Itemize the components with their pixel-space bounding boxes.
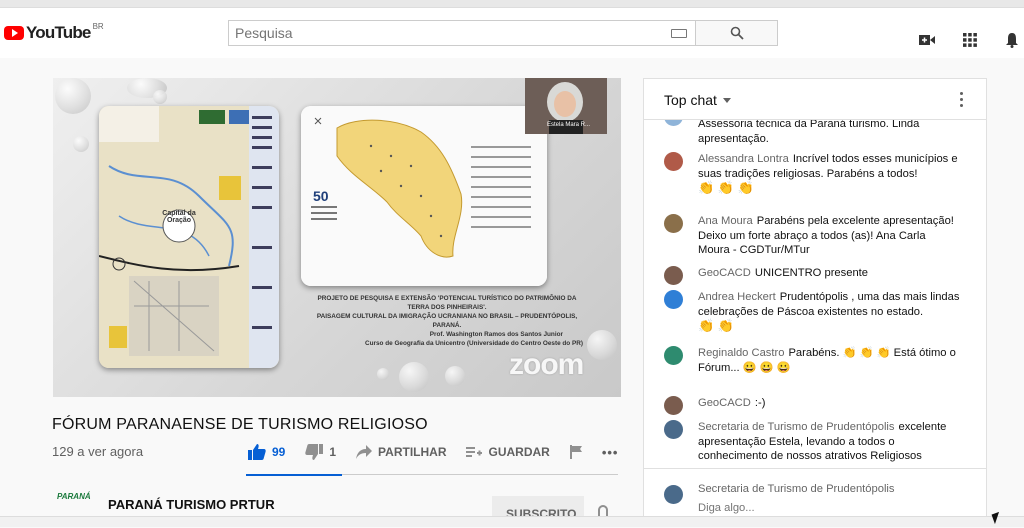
avatar bbox=[664, 485, 683, 504]
caption-line: PROJETO DE PESQUISA E EXTENSÃO 'POTENCIA… bbox=[317, 295, 577, 302]
message-author[interactable]: Ana Moura bbox=[698, 215, 753, 227]
caption-line: Prof. Washington Ramos dos Santos Junior bbox=[429, 331, 563, 338]
decorative-bubble bbox=[153, 90, 167, 104]
country-code: BR bbox=[92, 21, 104, 31]
slide-map-label: Capital da Oração bbox=[162, 210, 196, 224]
chat-message: Ana Moura Parabéns pela excelente apresen… bbox=[664, 214, 960, 258]
caption-line: PARANÁ. bbox=[432, 322, 462, 329]
message-text: UNICENTRO presente bbox=[754, 267, 869, 279]
dislike-ratio-bar bbox=[342, 474, 618, 475]
video-title: FÓRUM PARANAENSE DE TURISMO RELIGIOSO bbox=[52, 416, 428, 433]
caption-line: PAISAGEM CULTURAL DA IMIGRAÇÃO UCRANIANA… bbox=[316, 313, 578, 320]
avatar[interactable] bbox=[664, 152, 683, 171]
message-author[interactable]: Secretaria de Turismo de Prudentópolis bbox=[698, 421, 895, 433]
share-arrow-icon bbox=[356, 445, 373, 459]
channel-logo: PARANÁ bbox=[57, 492, 91, 501]
apps-grid-icon[interactable] bbox=[961, 31, 979, 49]
message-author[interactable]: GeoCACD bbox=[698, 397, 751, 409]
clap-emoji: 👏 👏 👏 bbox=[698, 180, 754, 195]
save-button[interactable]: GUARDAR bbox=[466, 445, 550, 459]
live-viewers-count: 129 a ver agora bbox=[52, 444, 144, 459]
create-video-icon[interactable] bbox=[918, 31, 936, 49]
channel-avatar[interactable]: PARANÁ bbox=[57, 492, 91, 501]
search-icon bbox=[730, 26, 744, 40]
masthead: YouTube BR bbox=[0, 8, 1024, 58]
flag-icon bbox=[569, 445, 582, 459]
avatar[interactable] bbox=[664, 346, 683, 365]
zoom-watermark: zoom bbox=[509, 348, 584, 381]
message-text: :-) bbox=[754, 397, 766, 409]
decorative-bubble bbox=[445, 366, 465, 386]
save-label: GUARDAR bbox=[488, 445, 550, 459]
chat-message: Alessandra Lontra Incrível todos esses mu… bbox=[664, 152, 960, 197]
chevron-down-icon bbox=[722, 98, 731, 103]
current-user-name: Secretaria de Turismo de Prudentópolis bbox=[698, 483, 895, 495]
chat-message: Assessoria técnica da Paraná turismo. Li… bbox=[664, 120, 960, 146]
avatar[interactable] bbox=[664, 396, 683, 415]
avatar[interactable] bbox=[664, 214, 683, 233]
search-button[interactable] bbox=[696, 20, 778, 46]
message-author[interactable]: Alessandra Lontra bbox=[698, 153, 789, 165]
message-author[interactable]: Reginaldo Castro bbox=[698, 347, 784, 359]
presenter-thumbnail: Estela Mara R... bbox=[525, 78, 607, 134]
logo-wordmark: YouTube bbox=[26, 23, 91, 42]
chat-message: Secretaria de Turismo de Prudentópolis ex… bbox=[664, 420, 960, 464]
chat-menu-icon[interactable] bbox=[960, 92, 964, 110]
decorative-bubble bbox=[73, 136, 89, 152]
avatar[interactable] bbox=[664, 290, 683, 309]
avatar[interactable] bbox=[664, 420, 683, 439]
playlist-add-icon bbox=[466, 447, 483, 457]
decorative-bubble bbox=[399, 362, 429, 392]
thumbs-down-icon bbox=[305, 444, 324, 460]
chat-message: Reginaldo Castro Parabéns. 👏 👏 👏 Está óti… bbox=[664, 346, 960, 375]
avatar[interactable] bbox=[664, 120, 683, 126]
dislike-button[interactable]: 1 bbox=[305, 444, 336, 460]
dislike-count: 1 bbox=[329, 445, 337, 459]
more-dots-icon: ••• bbox=[601, 444, 619, 460]
decorative-bubble bbox=[377, 368, 389, 380]
search-box[interactable] bbox=[228, 20, 696, 46]
share-label: PARTILHAR bbox=[378, 445, 447, 459]
video-actions: 99 1 PARTILHAR GUARDAR ••• bbox=[248, 444, 638, 460]
caption-line: TERRA DOS PINHEIRAIS'. bbox=[407, 304, 487, 311]
message-author[interactable]: GeoCACD bbox=[698, 267, 751, 279]
share-button[interactable]: PARTILHAR bbox=[356, 445, 446, 459]
avatar[interactable] bbox=[664, 266, 683, 285]
presenter-name: Estela Mara R... bbox=[547, 122, 591, 128]
clap-emoji: 👏 👏 bbox=[698, 318, 734, 333]
chat-mode-label: Top chat bbox=[664, 92, 717, 108]
chat-message: Andrea Heckert Prudentópolis , uma das ma… bbox=[664, 290, 960, 335]
play-logo-icon bbox=[4, 26, 24, 40]
browser-top-strip bbox=[0, 0, 1024, 8]
channel-name[interactable]: PARANÁ TURISMO PRTUR bbox=[108, 497, 275, 512]
chat-header: Top chat bbox=[644, 79, 986, 120]
report-button[interactable] bbox=[569, 445, 582, 459]
decorative-bubble bbox=[55, 78, 91, 114]
slide-map-prudentopolis: Capital da Oração bbox=[99, 106, 279, 368]
notifications-bell-icon[interactable] bbox=[1003, 31, 1021, 49]
message-author[interactable]: Andrea Heckert bbox=[698, 291, 776, 303]
top-chat-dropdown[interactable]: Top chat bbox=[664, 92, 731, 108]
video-player[interactable]: Capital da Oração 50 Estela Mara R... PR… bbox=[53, 78, 621, 397]
slide-caption: PROJETO DE PESQUISA E EXTENSÃO 'POTENCIA… bbox=[301, 294, 593, 348]
like-ratio-bar bbox=[246, 474, 342, 476]
like-count: 99 bbox=[272, 445, 286, 459]
search-input[interactable] bbox=[229, 25, 649, 41]
chat-messages: Assessoria técnica da Paraná turismo. Li… bbox=[644, 120, 986, 468]
keyboard-icon[interactable] bbox=[671, 29, 687, 38]
youtube-logo[interactable]: YouTube BR bbox=[4, 21, 104, 43]
chat-message-input[interactable] bbox=[698, 502, 948, 514]
message-text: Assessoria técnica da Paraná turismo. Li… bbox=[698, 120, 920, 145]
thumbs-up-icon bbox=[248, 444, 266, 460]
bottom-scroll-strip bbox=[0, 516, 1024, 527]
slide-badge-50: 50 bbox=[313, 188, 329, 204]
chat-message: GeoCACD:-) bbox=[664, 396, 960, 415]
more-actions-button[interactable]: ••• bbox=[602, 445, 619, 460]
chat-message: GeoCACD UNICENTRO presente bbox=[664, 266, 960, 285]
caption-line: Curso de Geografia da Unicentro (Univers… bbox=[364, 340, 583, 347]
slide-map-parana: 50 bbox=[301, 106, 547, 286]
live-chat-panel: Top chat Assessoria técnica da Paraná tu… bbox=[643, 78, 987, 527]
like-button[interactable]: 99 bbox=[248, 444, 285, 460]
